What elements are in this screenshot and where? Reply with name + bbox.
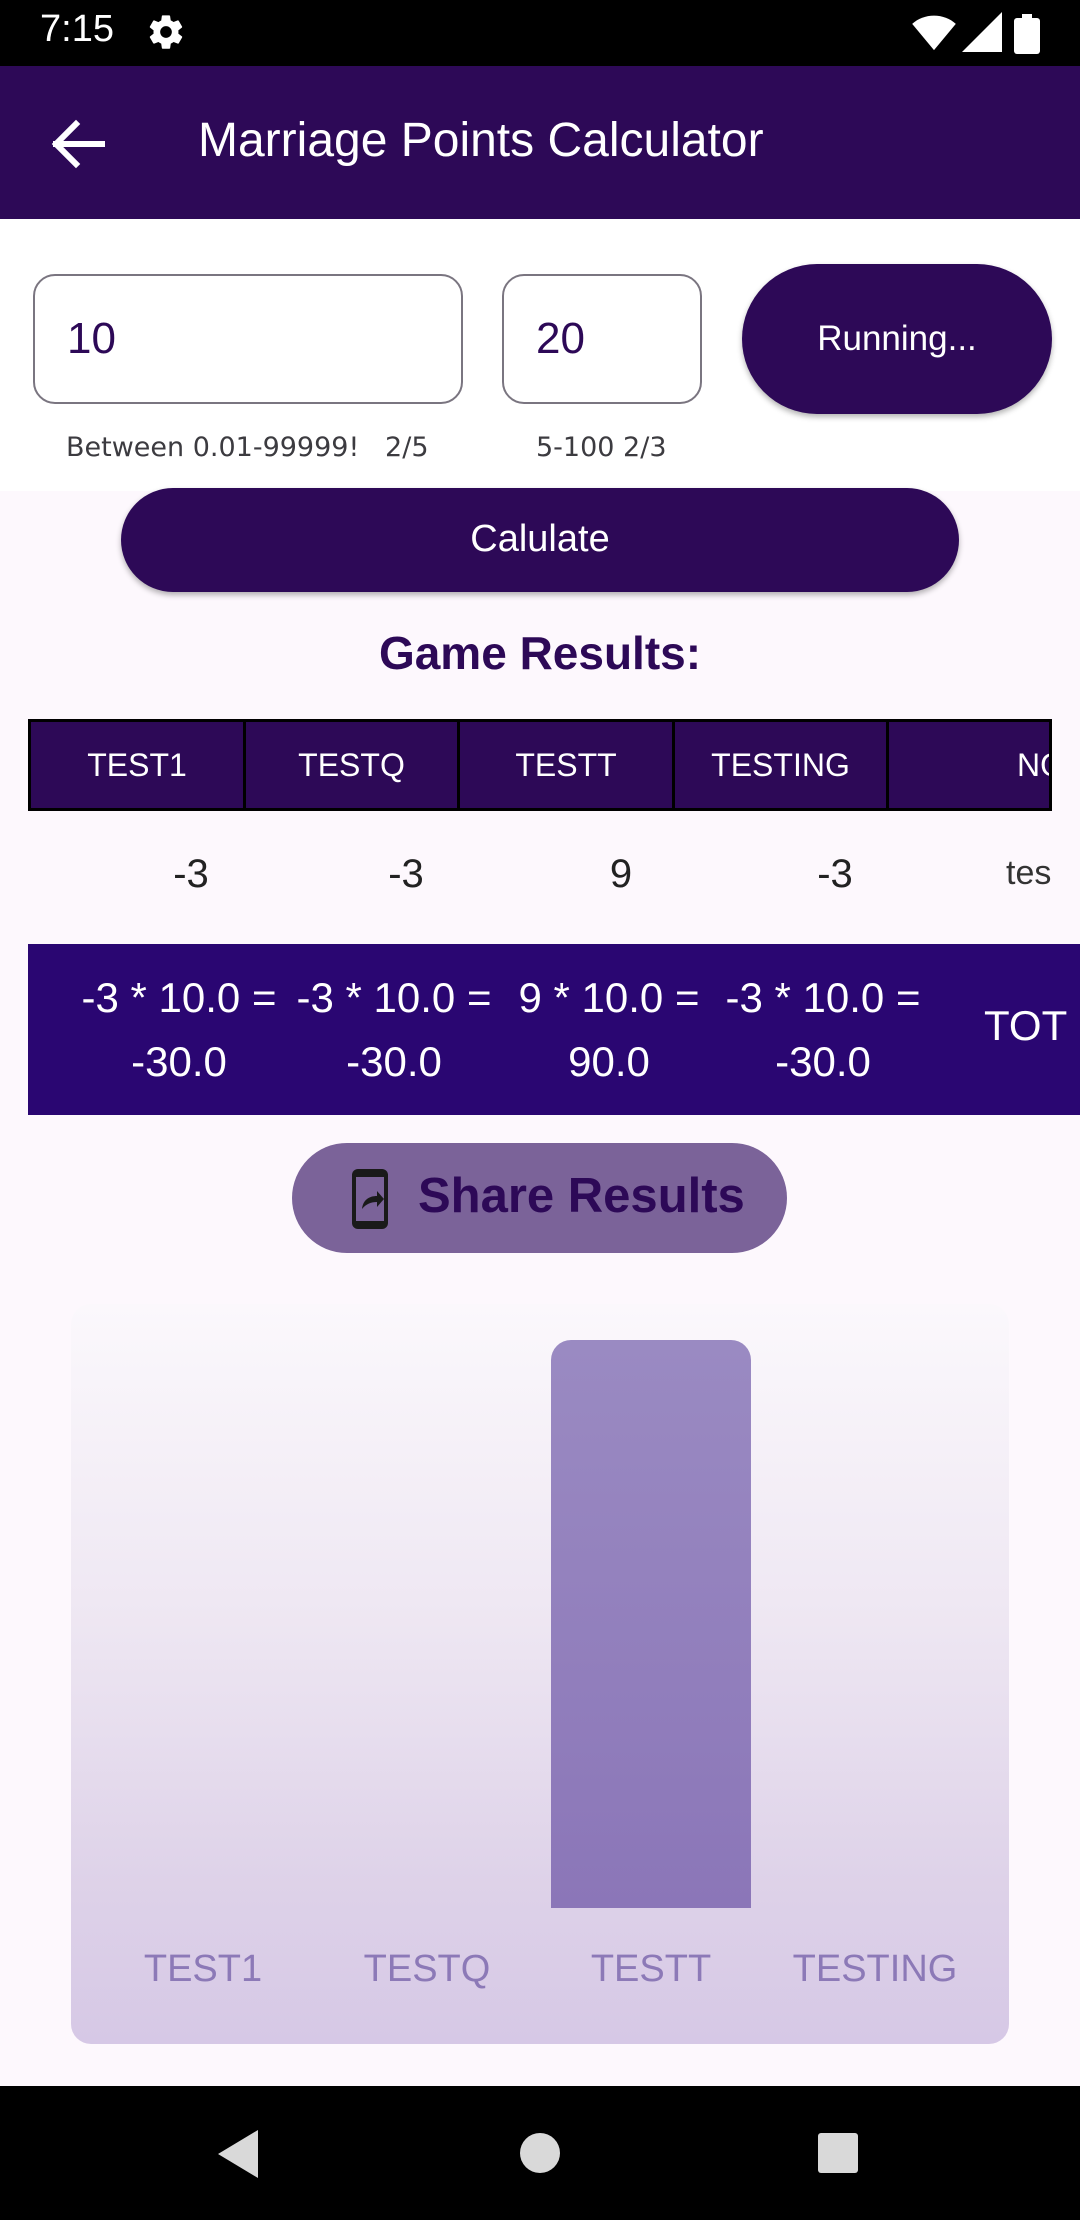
score-cell: -3 — [388, 852, 424, 896]
calculation-row: -3 * 10.0 = -30.0 -3 * 10.0 = -30.0 9 * … — [28, 944, 1080, 1115]
header-cell: TEST1 — [31, 722, 246, 808]
score-cell: 9 — [609, 852, 633, 896]
header-cell: NO — [1017, 747, 1049, 783]
battery-icon — [1014, 14, 1040, 54]
score-cell: tes — [1006, 854, 1052, 892]
chart-x-tick-label: TESTQ — [363, 1948, 491, 1990]
results-header-row: TEST1 TESTQ TESTT TESTING NO — [28, 719, 1052, 811]
points-field[interactable] — [33, 274, 463, 404]
chart-x-tick-label: TESTING — [792, 1948, 958, 1990]
wifi-icon — [912, 15, 956, 51]
score-cell: -3 — [173, 852, 209, 896]
chart-bar — [551, 1340, 751, 1908]
players-field[interactable] — [502, 274, 702, 404]
calculation-cell: -3 * 10.0 = -30.0 — [725, 974, 921, 1085]
running-button[interactable]: Running... — [742, 264, 1052, 414]
share-results-label: Share Results — [418, 1169, 745, 1223]
arrow-left-icon[interactable] — [40, 112, 114, 176]
points-input[interactable] — [35, 276, 461, 402]
share-phone-icon — [352, 1169, 388, 1229]
signal-icon — [962, 12, 1002, 52]
calculation-cell: -3 * 10.0 = -30.0 — [81, 974, 277, 1085]
points-helper-text: Between 0.01-99999! 2/5 — [66, 432, 429, 463]
settings-icon — [149, 15, 183, 49]
calculation-cell: 9 * 10.0 = 90.0 — [518, 974, 700, 1085]
page-title: Marriage Points Calculator — [198, 114, 764, 167]
chart-x-tick-label: TEST1 — [143, 1948, 263, 1990]
total-label: TOT — [984, 1002, 1068, 1049]
recents-square-icon[interactable] — [818, 2133, 858, 2173]
status-time: 7:15 — [40, 8, 114, 50]
back-triangle-icon[interactable] — [218, 2130, 260, 2178]
players-input[interactable] — [504, 276, 700, 402]
results-title: Game Results: — [378, 627, 702, 679]
header-cell: TESTQ — [246, 722, 460, 808]
header-cell: TESTT — [460, 722, 675, 808]
chart-x-tick-label: TESTT — [590, 1948, 712, 1990]
calculation-cell: -3 * 10.0 = -30.0 — [296, 974, 492, 1085]
calculate-button[interactable]: Calulate — [121, 488, 959, 592]
score-cell: -3 — [817, 852, 853, 896]
home-circle-icon[interactable] — [520, 2133, 560, 2173]
results-chart — [71, 1304, 1009, 2044]
players-helper-text: 5-100 2/3 — [536, 432, 667, 463]
header-cell: TESTING — [675, 722, 889, 808]
